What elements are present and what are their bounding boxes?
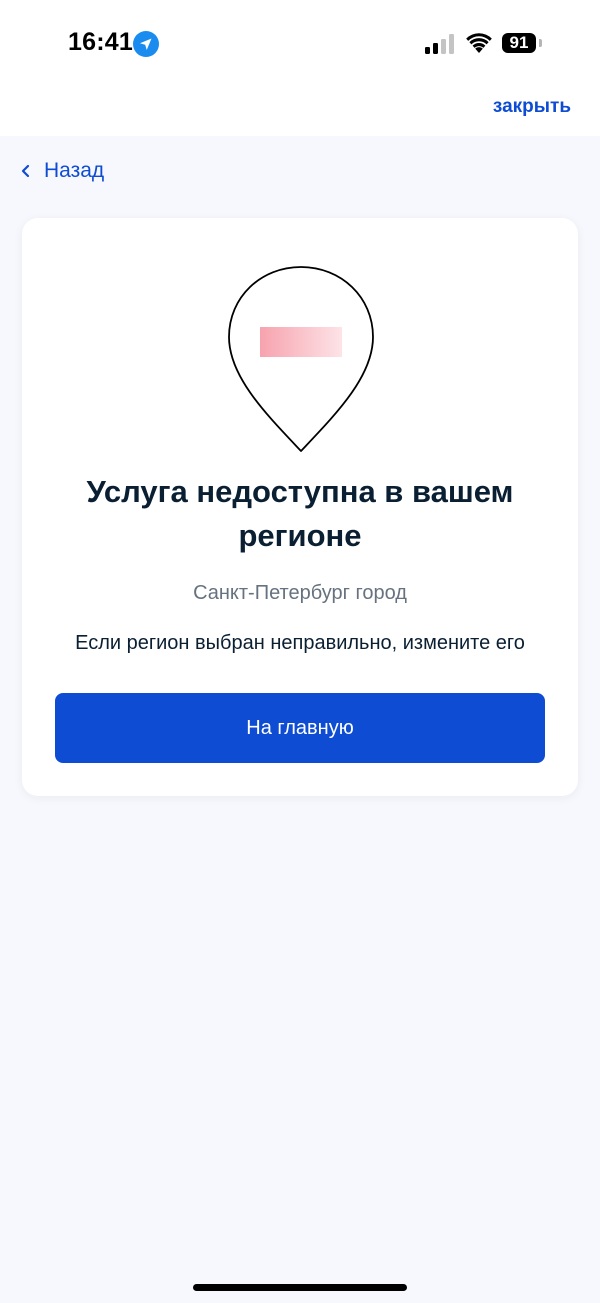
- back-label: Назад: [44, 159, 105, 182]
- battery-cap: [539, 39, 542, 47]
- home-indicator[interactable]: [193, 1284, 407, 1291]
- top-header: закрыть: [0, 88, 600, 136]
- wifi-icon: [466, 33, 492, 53]
- status-bar: 16:41 91: [0, 0, 600, 88]
- chevron-left-icon: [21, 164, 30, 178]
- status-time: 16:41: [68, 28, 133, 56]
- card-title: Услуга недоступна в вашем регионе: [86, 474, 514, 553]
- unavailable-card: Услуга недоступна в вашем регионе Санкт-…: [22, 218, 578, 796]
- close-link[interactable]: закрыть: [493, 96, 571, 118]
- map-pin-illustration: [228, 266, 374, 452]
- battery-level: 91: [502, 33, 536, 53]
- region-hint-text: Если регион выбран неправильно, измените…: [75, 632, 525, 654]
- location-arrow-icon: [133, 31, 159, 57]
- region-name: Санкт-Петербург город: [193, 582, 407, 604]
- back-link[interactable]: Назад: [20, 156, 104, 186]
- go-home-button[interactable]: На главную: [55, 693, 545, 763]
- cellular-signal-icon: [425, 34, 454, 54]
